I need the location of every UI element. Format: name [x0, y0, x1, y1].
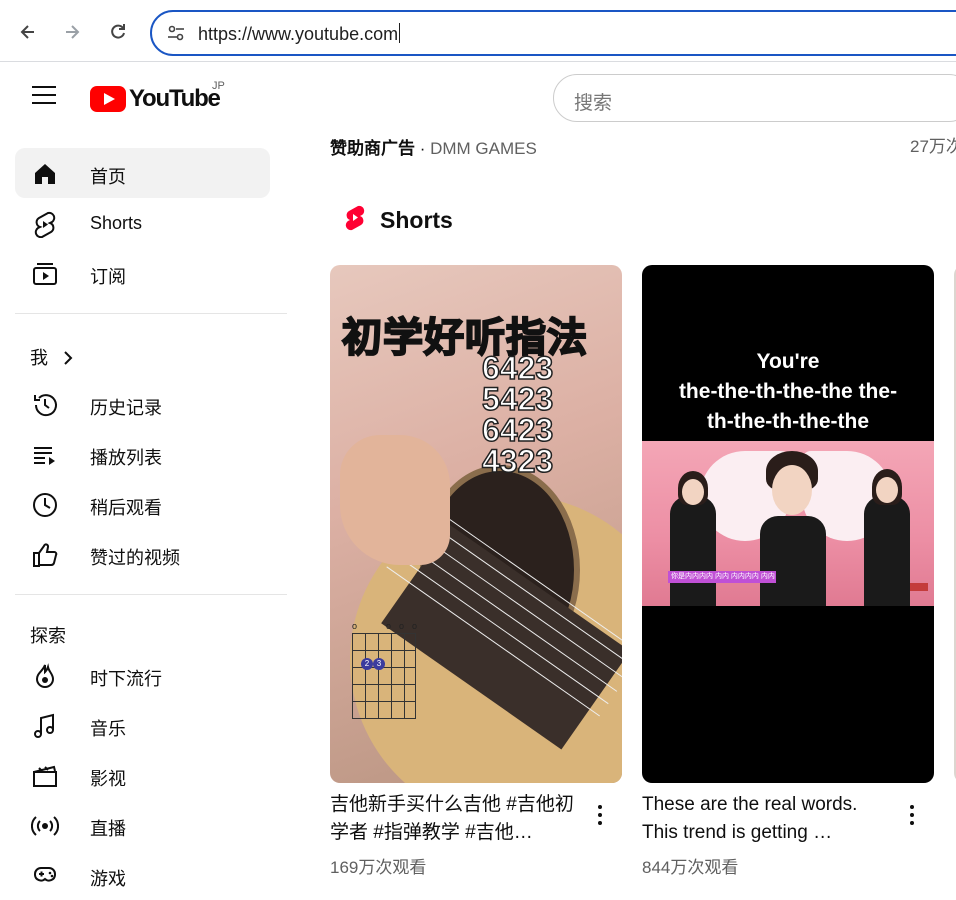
- thumbnail-hand: [340, 435, 450, 565]
- shorts-shelf-title: Shorts: [380, 207, 453, 233]
- sidebar-item-label: 赞过的视频: [90, 548, 180, 568]
- film-icon: [31, 762, 59, 790]
- sponsored-label: 赞助商广告 · DMM GAMES: [330, 139, 537, 158]
- sidebar-item-label: 订阅: [90, 267, 126, 287]
- url-text[interactable]: https://www.youtube.com: [198, 23, 401, 45]
- youtube-logo[interactable]: YouTube: [90, 84, 221, 114]
- sidebar-item-shorts[interactable]: Shorts: [15, 198, 270, 248]
- trending-icon: [31, 662, 59, 690]
- thumbnail-dancer: [670, 496, 716, 606]
- explore-section-header: 探索: [30, 626, 66, 646]
- sidebar-item-label: 音乐: [90, 719, 126, 739]
- arrow-left-icon[interactable]: [14, 18, 42, 46]
- sidebar-item-label: Shorts: [90, 213, 143, 233]
- sidebar-item-movies[interactable]: 影视: [15, 750, 270, 800]
- divider: [15, 313, 287, 314]
- thumbnail-face: [682, 479, 704, 505]
- more-vert-icon[interactable]: [594, 805, 606, 831]
- advertiser-name[interactable]: DMM GAMES: [430, 139, 537, 158]
- youtube-play-icon: [90, 86, 126, 112]
- shorts-shelf-header: Shorts: [342, 204, 453, 237]
- sidebar-item-playlists[interactable]: 播放列表: [15, 429, 270, 479]
- thumbnail-lyrics: You're the-the-th-the-the the- th-the-th…: [678, 350, 898, 433]
- channel-watermark: [910, 583, 928, 591]
- sidebar-item-label: 播放列表: [90, 448, 162, 468]
- sidebar-item-live[interactable]: 直播: [15, 800, 270, 850]
- playlist-icon: [31, 441, 59, 469]
- live-icon: [30, 812, 60, 840]
- search-input[interactable]: 搜索: [553, 74, 956, 122]
- masthead: YouTube JP 搜索: [0, 62, 956, 134]
- clock-icon: [31, 491, 59, 519]
- sidebar-item-watch-later[interactable]: 稍后观看: [15, 479, 270, 529]
- sidebar-item-label: 游戏: [90, 869, 126, 889]
- sidebar-item-label: 稍后观看: [90, 498, 162, 518]
- divider: [15, 594, 287, 595]
- thumbnail-face: [772, 465, 812, 515]
- sidebar-item-label: 历史记录: [90, 398, 162, 418]
- shorts-icon: [31, 210, 59, 239]
- address-bar[interactable]: https://www.youtube.com: [150, 10, 956, 56]
- thumbnail-singer: [760, 516, 826, 606]
- sidebar-item-label: 时下流行: [90, 669, 162, 689]
- thumbnail-numbers: 6423 5423 6423 4323: [481, 350, 554, 479]
- country-code: JP: [212, 80, 225, 92]
- menu-icon[interactable]: [32, 86, 58, 108]
- short-title[interactable]: These are the real words. This trend is …: [642, 791, 892, 847]
- thumbs-up-icon: [31, 541, 59, 569]
- sidebar-item-gaming[interactable]: 游戏: [15, 850, 270, 900]
- short-card[interactable]: You're the-the-th-the-the the- th-the-th…: [642, 265, 934, 877]
- search-placeholder: 搜索: [574, 93, 613, 114]
- chord-diagram-open-strings: o ooo: [352, 621, 426, 631]
- sidebar-item-label: 直播: [90, 819, 126, 839]
- arrow-right-icon[interactable]: [58, 18, 86, 46]
- history-icon: [31, 391, 59, 419]
- sidebar-item-label: 影视: [90, 769, 126, 789]
- short-thumbnail[interactable]: You're the-the-th-the-the the- th-the-th…: [642, 265, 934, 783]
- thumbnail-dancer: [864, 496, 910, 606]
- browser-toolbar: https://www.youtube.com: [0, 0, 956, 62]
- you-section-header[interactable]: 我: [30, 344, 73, 371]
- short-card[interactable]: 初学好听指法 6423 5423 6423 4323 o ooo 2 3 吉他新…: [330, 265, 622, 877]
- main-feed: 赞助商广告 · DMM GAMES 27万次 Shorts 初学好听指法 642…: [300, 134, 956, 899]
- subscriptions-icon: [31, 260, 59, 288]
- logo-text: YouTube: [129, 85, 221, 112]
- thumbnail-caption: 你是内内内内 内内 内内内内 内内: [668, 571, 776, 583]
- chord-diagram: 2 3: [352, 633, 416, 719]
- chevron-right-icon: [63, 350, 73, 371]
- sidebar-item-music[interactable]: 音乐: [15, 700, 270, 750]
- more-vert-icon[interactable]: [906, 805, 918, 831]
- thumbnail-scene: 你是内内内内 内内 内内内内 内内: [642, 441, 934, 606]
- short-title[interactable]: 吉他新手买什么吉他 #吉他初学者 #指弹教学 #吉他…: [330, 791, 580, 847]
- thumbnail-face: [876, 477, 898, 503]
- short-view-count: 169万次观看: [330, 858, 427, 877]
- sidebar-item-subscriptions[interactable]: 订阅: [15, 248, 270, 298]
- ad-view-count: 27万次: [910, 137, 956, 156]
- tune-icon[interactable]: [166, 23, 186, 43]
- gaming-icon: [31, 862, 59, 890]
- sidebar-item-label: 首页: [90, 167, 126, 187]
- sidebar-item-home[interactable]: 首页: [15, 148, 270, 198]
- short-view-count: 844万次观看: [642, 858, 739, 877]
- sidebar-item-history[interactable]: 历史记录: [15, 379, 270, 429]
- sidebar-item-liked-videos[interactable]: 赞过的视频: [15, 529, 270, 579]
- shorts-logo-icon: [342, 204, 368, 237]
- short-thumbnail[interactable]: 初学好听指法 6423 5423 6423 4323 o ooo 2 3: [330, 265, 622, 783]
- music-icon: [31, 712, 59, 740]
- reload-icon[interactable]: [104, 18, 132, 46]
- sidebar-item-trending[interactable]: 时下流行: [15, 650, 270, 700]
- home-icon: [31, 160, 59, 188]
